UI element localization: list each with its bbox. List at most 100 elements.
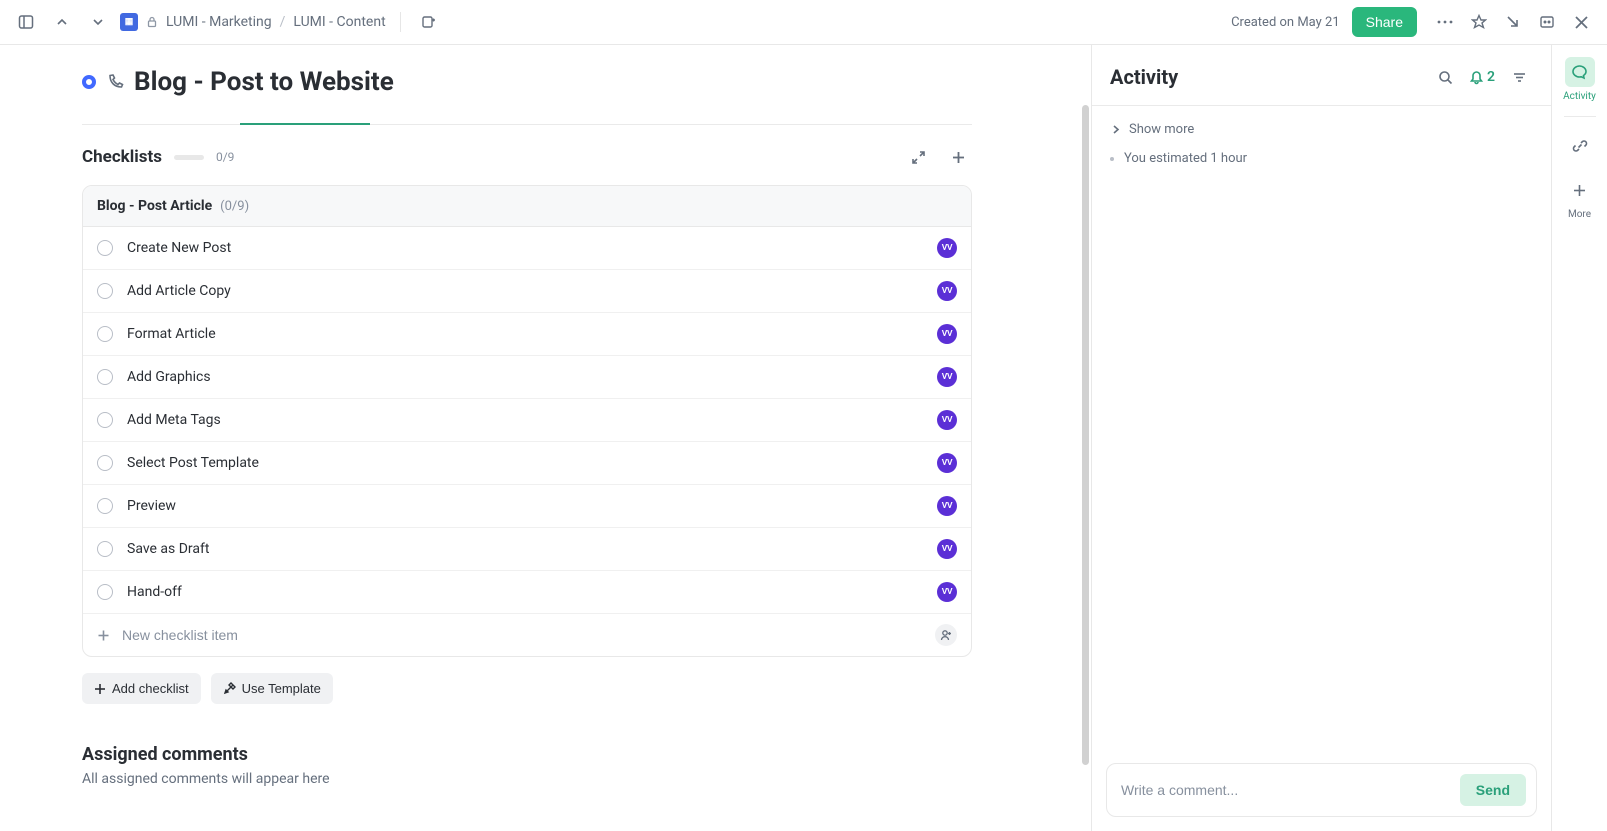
activity-entry: You estimated 1 hour	[1110, 143, 1533, 174]
notification-badge[interactable]: 2	[1469, 69, 1495, 85]
checklist-item-label: Add Meta Tags	[127, 412, 923, 428]
lock-icon	[146, 16, 158, 28]
rail-activity-label: Activity	[1563, 91, 1596, 102]
rail-more[interactable]: More	[1565, 175, 1595, 220]
activity-entry-text: You estimated 1 hour	[1124, 151, 1247, 166]
checklists-progress-text: 0/9	[216, 150, 234, 164]
open-new-tab-icon[interactable]	[415, 8, 443, 36]
checkbox-circle[interactable]	[97, 455, 113, 471]
assignee-avatar[interactable]: VV	[937, 281, 957, 301]
activity-heading: Activity	[1110, 65, 1421, 89]
rail-activity[interactable]: Activity	[1563, 57, 1596, 102]
checklist-item-label: Preview	[127, 498, 923, 514]
show-more-button[interactable]: Show more	[1110, 116, 1533, 143]
checklist-item-label: Format Article	[127, 326, 923, 342]
link-icon	[1565, 131, 1595, 161]
assignee-avatar[interactable]: VV	[937, 367, 957, 387]
checkbox-circle[interactable]	[97, 283, 113, 299]
assignee-avatar[interactable]: VV	[937, 582, 957, 602]
new-checklist-item-input[interactable]	[122, 627, 923, 643]
checklists-progress-bar	[174, 155, 204, 160]
star-icon[interactable]	[1465, 8, 1493, 36]
sidebar-toggle-icon[interactable]	[12, 8, 40, 36]
assign-user-icon[interactable]	[935, 624, 957, 646]
page-title[interactable]: Blog - Post to Website	[134, 67, 394, 97]
next-task-icon[interactable]	[84, 8, 112, 36]
checkbox-circle[interactable]	[97, 240, 113, 256]
filter-icon[interactable]	[1505, 63, 1533, 91]
assigned-comments-empty: All assigned comments will appear here	[82, 771, 972, 787]
checklist-group-header[interactable]: Blog - Post Article (0/9)	[83, 186, 971, 227]
divider	[400, 12, 401, 32]
assigned-comments-heading: Assigned comments	[82, 744, 972, 765]
checkbox-circle[interactable]	[97, 412, 113, 428]
checklist-group: Blog - Post Article (0/9) Create New Pos…	[82, 185, 972, 657]
assignee-avatar[interactable]: VV	[937, 453, 957, 473]
share-button[interactable]: Share	[1352, 7, 1417, 37]
checklist-item-label: Create New Post	[127, 240, 923, 256]
rail-more-label: More	[1568, 209, 1591, 220]
checkbox-circle[interactable]	[97, 541, 113, 557]
rail-link[interactable]	[1565, 131, 1595, 161]
assignee-avatar[interactable]: VV	[937, 496, 957, 516]
checkbox-circle[interactable]	[97, 584, 113, 600]
notification-count: 2	[1487, 69, 1495, 85]
status-circle-icon[interactable]	[82, 75, 96, 89]
checkbox-circle[interactable]	[97, 498, 113, 514]
assignee-avatar[interactable]: VV	[937, 539, 957, 559]
comment-bubble-icon	[1565, 57, 1595, 87]
checklist-item[interactable]: Save as Draft VV	[83, 528, 971, 571]
send-button[interactable]: Send	[1460, 774, 1526, 806]
checklist-item-label: Hand-off	[127, 584, 923, 600]
show-more-label: Show more	[1129, 122, 1194, 137]
rail-divider	[1564, 116, 1596, 117]
checklist-item[interactable]: Format Article VV	[83, 313, 971, 356]
phone-icon	[106, 73, 124, 91]
breadcrumb: ▦ LUMI - Marketing / LUMI - Content	[120, 13, 386, 31]
assignee-avatar[interactable]: VV	[937, 324, 957, 344]
created-on-label: Created on May 21	[1231, 15, 1340, 30]
prev-task-icon[interactable]	[48, 8, 76, 36]
add-checklist-label: Add checklist	[112, 681, 189, 696]
breadcrumb-current[interactable]: LUMI - Content	[293, 14, 385, 30]
add-checklist-icon[interactable]	[944, 143, 972, 171]
checklist-item[interactable]: Select Post Template VV	[83, 442, 971, 485]
assignee-avatar[interactable]: VV	[937, 410, 957, 430]
search-icon[interactable]	[1431, 63, 1459, 91]
scrollbar[interactable]	[1082, 105, 1089, 765]
new-checklist-item-row[interactable]	[83, 613, 971, 656]
checklists-heading: Checklists	[82, 147, 162, 167]
checklist-item[interactable]: Hand-off VV	[83, 571, 971, 613]
expand-checklist-icon[interactable]	[904, 143, 932, 171]
checklist-item[interactable]: Add Meta Tags VV	[83, 399, 971, 442]
checklist-item[interactable]: Add Article Copy VV	[83, 270, 971, 313]
comment-input[interactable]	[1121, 782, 1450, 798]
checkbox-circle[interactable]	[97, 326, 113, 342]
expand-icon[interactable]	[1533, 8, 1561, 36]
checklist-item[interactable]: Preview VV	[83, 485, 971, 528]
checklist-item-label: Select Post Template	[127, 455, 923, 471]
checkbox-circle[interactable]	[97, 369, 113, 385]
use-template-button[interactable]: Use Template	[211, 673, 333, 704]
comment-composer[interactable]: Send	[1106, 763, 1537, 817]
assignee-avatar[interactable]: VV	[937, 238, 957, 258]
tab-underline	[82, 115, 972, 125]
close-icon[interactable]	[1567, 8, 1595, 36]
bullet-icon	[1110, 157, 1114, 161]
breadcrumb-parent[interactable]: LUMI - Marketing	[166, 14, 272, 30]
breadcrumb-separator: /	[280, 14, 286, 30]
checklist-item[interactable]: Create New Post VV	[83, 227, 971, 270]
workspace-icon: ▦	[120, 13, 138, 31]
use-template-label: Use Template	[242, 681, 321, 696]
checklist-group-name: Blog - Post Article	[97, 198, 212, 214]
plus-icon	[97, 629, 110, 642]
more-menu-icon[interactable]	[1431, 8, 1459, 36]
add-checklist-button[interactable]: Add checklist	[82, 673, 201, 704]
checklist-group-count: (0/9)	[220, 199, 249, 214]
collapse-icon[interactable]	[1499, 8, 1527, 36]
checklist-item-label: Add Article Copy	[127, 283, 923, 299]
checklist-item-label: Add Graphics	[127, 369, 923, 385]
plus-icon	[1565, 175, 1595, 205]
checklist-item[interactable]: Add Graphics VV	[83, 356, 971, 399]
checklist-item-label: Save as Draft	[127, 541, 923, 557]
